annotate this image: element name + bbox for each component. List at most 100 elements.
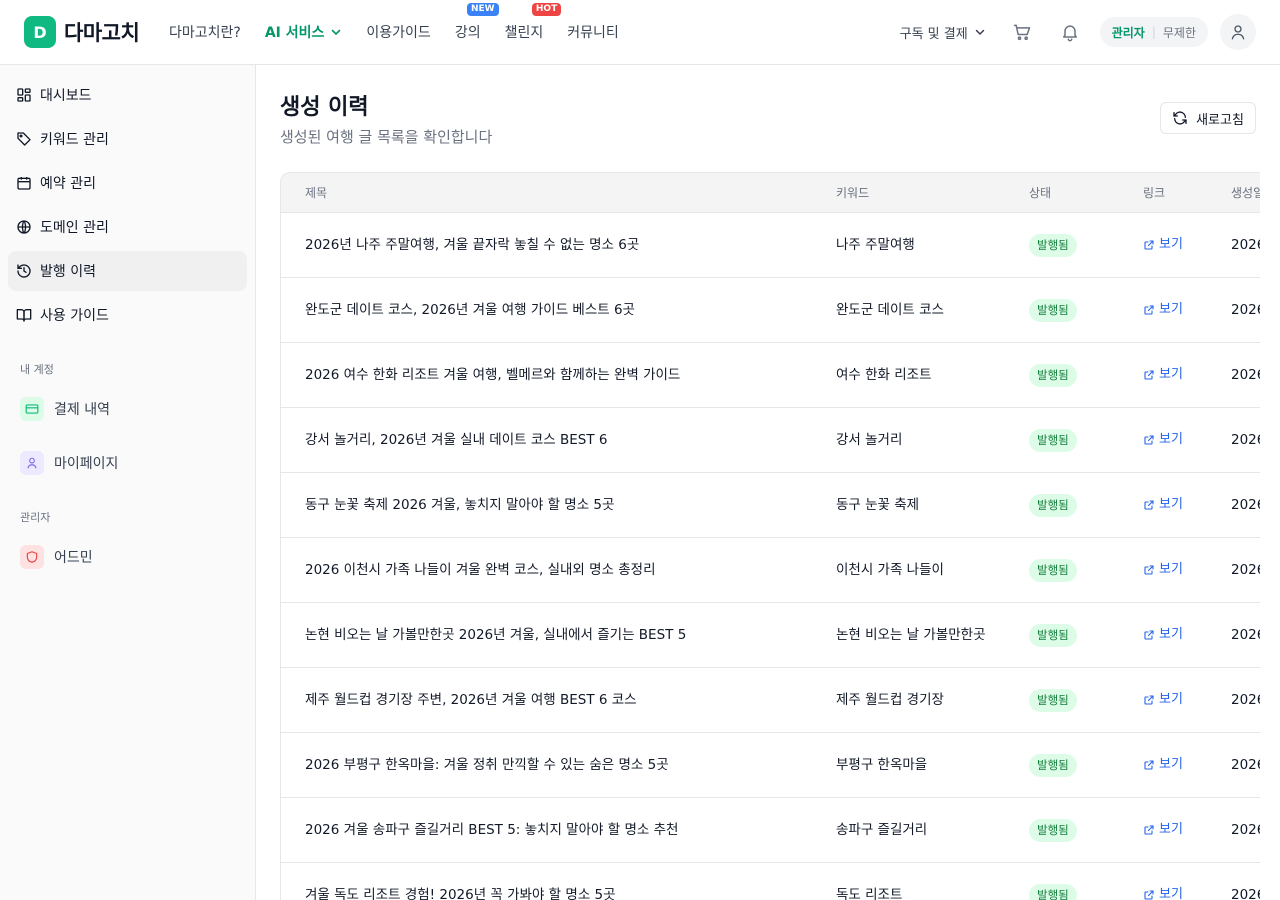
table-row[interactable]: 2026 부평구 한옥마을: 겨울 정취 만끽할 수 있는 숨은 명소 5곳 부평…: [281, 733, 1260, 798]
view-link-label: 보기: [1159, 822, 1183, 837]
table-row[interactable]: 강서 놀거리, 2026년 겨울 실내 데이트 코스 BEST 6 강서 놀거리 발…: [281, 408, 1260, 473]
view-link[interactable]: 보기: [1143, 343, 1183, 407]
cart-icon: [1013, 24, 1030, 41]
row-keyword: 독도 리조트: [836, 887, 903, 900]
sidebar-item-keywords[interactable]: 키워드 관리: [8, 119, 247, 159]
row-title: 2026년 나주 주말여행, 겨울 끝자락 놓칠 수 없는 명소 6곳: [305, 237, 640, 253]
column-header-keyword: 키워드: [836, 186, 870, 200]
nav-item-guide[interactable]: 이용가이드: [354, 22, 442, 42]
row-date: 2026: [1231, 627, 1260, 643]
view-link[interactable]: 보기: [1143, 863, 1183, 900]
view-link[interactable]: 보기: [1143, 798, 1183, 862]
status-badge: 발행됨: [1029, 883, 1077, 900]
row-keyword: 여수 한화 리조트: [836, 367, 932, 383]
table-row[interactable]: 2026 겨울 송파구 즐길거리 BEST 5: 놓치지 말아야 할 명소 추천…: [281, 798, 1260, 863]
link-cell: 보기: [1143, 668, 1183, 732]
subscription-menu[interactable]: 구독 및 결제: [900, 23, 986, 42]
row-keyword: 나주 주말여행: [836, 237, 915, 253]
link-cell: 보기: [1143, 733, 1183, 797]
external-link-icon: [1144, 890, 1154, 900]
view-link[interactable]: 보기: [1143, 733, 1183, 797]
view-link[interactable]: 보기: [1143, 603, 1183, 667]
link-cell: 보기: [1143, 603, 1183, 667]
nav-item-lecture[interactable]: 강의 NEW: [443, 3, 499, 42]
sidebar-item-mypage[interactable]: 마이페이지: [8, 443, 247, 483]
link-cell: 보기: [1143, 408, 1183, 472]
link-cell: 보기: [1143, 798, 1183, 862]
brand-name: 다마고치: [64, 21, 140, 45]
view-link[interactable]: 보기: [1143, 473, 1183, 537]
sidebar-item-label: 사용 가이드: [40, 308, 109, 324]
table-row[interactable]: 2026년 나주 주말여행, 겨울 끝자락 놓칠 수 없는 명소 6곳 나주 주말…: [281, 213, 1260, 278]
status-cell: 발행됨: [1029, 668, 1077, 732]
status-cell: 발행됨: [1029, 733, 1077, 797]
status-cell: 발행됨: [1029, 343, 1077, 407]
nav-item-community[interactable]: 커뮤니티: [555, 22, 631, 42]
row-date: 2026: [1231, 887, 1260, 900]
cart-button[interactable]: [1004, 14, 1040, 50]
avatar[interactable]: [1220, 14, 1256, 50]
sidebar-item-history[interactable]: 발행 이력: [8, 251, 247, 291]
external-link-icon: [1144, 435, 1154, 445]
tag-icon: [17, 132, 31, 146]
table-row[interactable]: 2026 이천시 가족 나들이 겨울 완벽 코스, 실내외 명소 총정리 이천시 …: [281, 538, 1260, 603]
logo-mark: D: [24, 16, 56, 48]
admin-section-heading: 관리자: [20, 511, 51, 524]
history-table: 제목 키워드 상태 링크 생성일 2026년 나주 주말여행, 겨울 끝자락 놓…: [280, 172, 1260, 900]
view-link-label: 보기: [1159, 757, 1183, 772]
nav-item-challenge[interactable]: 챌린지 HOT: [493, 3, 562, 42]
table-row[interactable]: 제주 월드컵 경기장 주변, 2026년 겨울 여행 BEST 6 코스 제주 월…: [281, 668, 1260, 733]
nav-item-ai-service[interactable]: AI 서비스: [253, 22, 355, 42]
external-link-icon: [1144, 370, 1154, 380]
sidebar-item-dashboard[interactable]: 대시보드: [8, 75, 247, 115]
status-badge: 발행됨: [1029, 753, 1077, 777]
table-row[interactable]: 동구 눈꽃 축제 2026 겨울, 놓치지 말아야 할 명소 5곳 동구 눈꽃 축…: [281, 473, 1260, 538]
sidebar-item-label: 어드민: [54, 550, 93, 566]
main-content: 생성 이력 생성된 여행 글 목록을 확인합니다 새로고침 제목 키워드 상태 …: [256, 65, 1280, 900]
table-row[interactable]: 2026 여수 한화 리조트 겨울 여행, 벨메르와 함께하는 완벽 가이드 여수…: [281, 343, 1260, 408]
hot-badge: HOT: [531, 3, 562, 16]
brand-logo[interactable]: D 다마고치: [24, 16, 140, 48]
nav-label: 이용가이드: [366, 25, 431, 41]
view-link[interactable]: 보기: [1143, 213, 1183, 277]
sidebar-item-domains[interactable]: 도메인 관리: [8, 207, 247, 247]
status-badge: 발행됨: [1029, 428, 1077, 452]
row-keyword: 부평구 한옥마을: [836, 757, 928, 773]
sidebar-item-payments[interactable]: 결제 내역: [8, 389, 247, 429]
row-keyword: 완도군 데이트 코스: [836, 302, 944, 318]
sidebar-item-admin[interactable]: 어드민: [8, 537, 247, 577]
sidebar-item-guide[interactable]: 사용 가이드: [8, 295, 247, 335]
nav-item-about[interactable]: 다마고치란?: [157, 22, 253, 42]
sidebar-item-label: 키워드 관리: [40, 132, 109, 148]
status-cell: 발행됨: [1029, 213, 1077, 277]
column-header-link: 링크: [1143, 186, 1166, 200]
link-cell: 보기: [1143, 538, 1183, 602]
table-row[interactable]: 완도군 데이트 코스, 2026년 겨울 여행 가이드 베스트 6곳 완도군 데이…: [281, 278, 1260, 343]
refresh-button[interactable]: 새로고침: [1160, 102, 1256, 134]
link-cell: 보기: [1143, 278, 1183, 342]
row-title: 2026 이천시 가족 나들이 겨울 완벽 코스, 실내외 명소 총정리: [305, 562, 656, 578]
external-link-icon: [1144, 500, 1154, 510]
sidebar-item-schedule[interactable]: 예약 관리: [8, 163, 247, 203]
row-date: 2026: [1231, 302, 1260, 318]
row-title: 논현 비오는 날 가볼만한곳 2026년 겨울, 실내에서 즐기는 BEST 5: [305, 627, 687, 643]
status-badge: 발행됨: [1029, 688, 1077, 712]
table-row[interactable]: 겨울 독도 리조트 경험! 2026년 꼭 가봐야 할 명소 5곳 독도 리조트 발…: [281, 863, 1260, 900]
row-keyword: 송파구 즐길거리: [836, 822, 928, 838]
view-link-label: 보기: [1159, 497, 1183, 512]
user-icon: [20, 451, 44, 475]
view-link[interactable]: 보기: [1143, 278, 1183, 342]
shield-icon: [20, 545, 44, 569]
view-link[interactable]: 보기: [1143, 538, 1183, 602]
sidebar-item-label: 마이페이지: [54, 456, 119, 472]
table-row[interactable]: 논현 비오는 날 가볼만한곳 2026년 겨울, 실내에서 즐기는 BEST 5…: [281, 603, 1260, 668]
row-date: 2026: [1231, 432, 1260, 448]
sidebar-item-label: 예약 관리: [40, 176, 96, 192]
row-date: 2026: [1231, 757, 1260, 773]
link-cell: 보기: [1143, 473, 1183, 537]
row-date: 2026: [1231, 237, 1260, 253]
notification-button[interactable]: [1052, 14, 1088, 50]
external-link-icon: [1144, 760, 1154, 770]
view-link[interactable]: 보기: [1143, 668, 1183, 732]
view-link[interactable]: 보기: [1143, 408, 1183, 472]
